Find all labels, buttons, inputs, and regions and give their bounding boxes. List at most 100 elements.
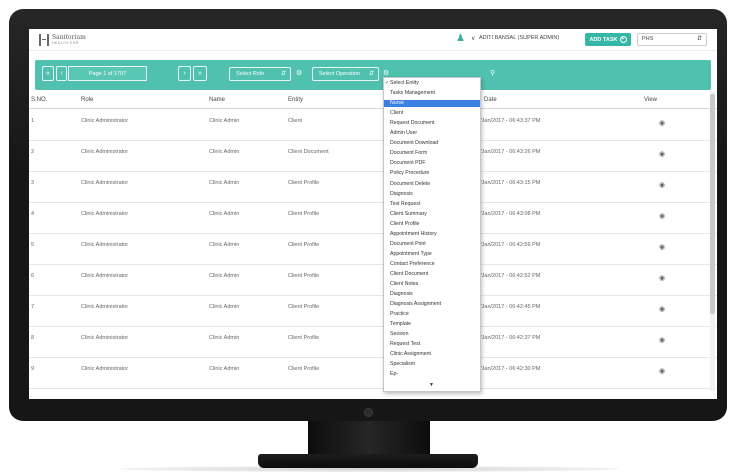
dropdown-option[interactable]: Test Request (384, 201, 480, 208)
dropdown-option[interactable]: Contact Preference (384, 261, 480, 268)
cell-date: 07/Jan/2017 - 06:42:45 PM (474, 304, 541, 310)
scrollbar-thumb[interactable] (710, 94, 715, 314)
dropdown-option[interactable]: Document PDF (384, 160, 480, 167)
dropdown-option[interactable]: Specialism (384, 361, 480, 368)
app-screen: Sanitorium HEALTH EHR ♟ ∨ ADITI BANSAL (… (29, 29, 717, 399)
view-eye-icon[interactable]: ◉ (659, 305, 665, 313)
scroll-down-arrow-icon[interactable]: ▼ (429, 382, 434, 388)
select-arrow-icon: ⇵ (368, 71, 374, 77)
dropdown-option[interactable]: Request Document (384, 120, 480, 127)
filter-toolbar: « ‹ Page 1 of 1707 › » Select Role ⇵ ⚙ S… (35, 60, 711, 90)
dropdown-option[interactable]: Client Document (384, 271, 480, 278)
dropdown-option[interactable]: Clinic Assignment (384, 351, 480, 358)
dropdown-option[interactable]: Diagnosis (384, 191, 480, 198)
dropdown-option[interactable]: Document Print (384, 241, 480, 248)
cell-role: Clinic Administrator (81, 304, 129, 310)
add-task-button[interactable]: ADD TASK + (585, 33, 631, 46)
cell-role: Clinic Administrator (81, 273, 129, 279)
cell-role: Clinic Administrator (81, 180, 129, 186)
dropdown-option[interactable]: Tasks Management (384, 90, 480, 97)
table-row: 1 Clinic Administrator Clinic Admin Clie… (29, 110, 717, 141)
entity-dropdown-list[interactable]: ▼ Select Entity Tasks Management Nurse Clie… (383, 77, 481, 392)
dropdown-option[interactable]: Document Delete (384, 181, 480, 188)
cell-name: Clinic Admin (209, 118, 240, 124)
webcam-icon (364, 408, 373, 417)
search-icon[interactable]: ⚲ (490, 67, 504, 81)
table-row: 5 Clinic Administrator Clinic Admin Clie… (29, 234, 717, 265)
column-header-date[interactable]: Date (484, 97, 497, 103)
dropdown-option[interactable]: Appointment Type (384, 251, 480, 258)
dropdown-option[interactable]: Admin User (384, 130, 480, 137)
dropdown-option[interactable]: Document Form (384, 150, 480, 157)
view-eye-icon[interactable]: ◉ (659, 181, 665, 189)
cell-entity: Client (288, 118, 303, 124)
cell-entity: Client Document (288, 149, 329, 155)
dropdown-option[interactable]: Select Entity (384, 80, 480, 87)
column-header-entity[interactable]: Entity (288, 97, 303, 103)
cell-name: Clinic Admin (209, 242, 240, 248)
last-page-button[interactable]: » (193, 66, 207, 81)
monitor-neck (308, 420, 430, 456)
table-row: 2 Clinic Administrator Clinic Admin Clie… (29, 141, 717, 172)
table-row: 8 Clinic Administrator Clinic Admin Clie… (29, 327, 717, 358)
logo: Sanitorium HEALTH EHR (39, 33, 86, 47)
user-name[interactable]: ADITI BANSAL (SUPER ADMIN) (479, 35, 559, 41)
cell-entity: Client Profile (288, 366, 320, 372)
column-header-name[interactable]: Name (209, 97, 225, 103)
prev-page-button[interactable]: ‹ (56, 66, 67, 81)
dropdown-option[interactable]: Session (384, 331, 480, 338)
cell-name: Clinic Admin (209, 273, 240, 279)
cell-date: 07/Jan/2017 - 06:42:59 PM (474, 242, 541, 248)
column-header-sno[interactable]: S.NO. (31, 97, 47, 103)
cell-sno: 2 (31, 149, 35, 155)
view-eye-icon[interactable]: ◉ (659, 274, 665, 282)
dropdown-option[interactable]: Practice (384, 311, 480, 318)
dropdown-option[interactable]: Client Notes (384, 281, 480, 288)
dropdown-option[interactable]: Template (384, 321, 480, 328)
first-page-button[interactable]: « (42, 66, 54, 81)
cell-name: Clinic Admin (209, 366, 240, 372)
view-eye-icon[interactable]: ◉ (659, 212, 665, 220)
dropdown-option[interactable]: Diagnosis Assignment (384, 301, 480, 308)
select-arrow-icon: ⇵ (696, 36, 702, 42)
role-select[interactable]: Select Role ⇵ (229, 67, 291, 81)
dropdown-option[interactable]: Client Summary (384, 211, 480, 218)
column-header-role[interactable]: Role (81, 97, 93, 103)
dropdown-option[interactable]: Nurse (384, 100, 480, 108)
view-eye-icon[interactable]: ◉ (659, 119, 665, 127)
page-scrollbar[interactable] (710, 91, 715, 391)
role-settings-gear-icon[interactable]: ⚙ (293, 67, 305, 81)
dropdown-option[interactable]: Client (384, 110, 480, 117)
dropdown-option[interactable]: Ep- (384, 371, 480, 378)
cell-date: 07/Jan/2017 - 06:43:26 PM (474, 149, 541, 155)
cell-role: Clinic Administrator (81, 149, 129, 155)
monitor-frame: Sanitorium HEALTH EHR ♟ ∨ ADITI BANSAL (… (9, 9, 727, 421)
chevron-down-icon[interactable]: ∨ (471, 35, 475, 42)
dropdown-option[interactable]: Policy Procedure (384, 170, 480, 177)
operation-select[interactable]: Select Operation ⇵ (312, 67, 379, 81)
view-eye-icon[interactable]: ◉ (659, 336, 665, 344)
role-select-value: Select Role (236, 71, 265, 77)
cell-sno: 4 (31, 211, 35, 217)
cell-role: Clinic Administrator (81, 118, 129, 124)
table-header: S.NO. Role Name Entity Date View (29, 92, 717, 109)
dropdown-option[interactable]: Request Test (384, 341, 480, 348)
page-indicator: Page 1 of 1707 (68, 66, 147, 81)
cell-entity: Client Profile (288, 335, 320, 341)
cell-role: Clinic Administrator (81, 366, 129, 372)
view-eye-icon[interactable]: ◉ (659, 367, 665, 375)
user-icon[interactable]: ♟ (456, 32, 465, 46)
organization-select[interactable]: PHS ⇵ (637, 33, 707, 46)
cell-name: Clinic Admin (209, 304, 240, 310)
stage: Sanitorium HEALTH EHR ♟ ∨ ADITI BANSAL (… (0, 0, 737, 475)
dropdown-option[interactable]: Appointment History (384, 231, 480, 238)
dropdown-option[interactable]: Client Profile (384, 221, 480, 228)
monitor-base (258, 454, 478, 468)
dropdown-option[interactable]: Document Download (384, 140, 480, 147)
select-arrow-icon: ⇵ (280, 71, 286, 77)
view-eye-icon[interactable]: ◉ (659, 150, 665, 158)
operation-select-value: Select Operation (319, 71, 360, 77)
view-eye-icon[interactable]: ◉ (659, 243, 665, 251)
dropdown-option[interactable]: Diagnosis (384, 291, 480, 298)
next-page-button[interactable]: › (178, 66, 191, 81)
